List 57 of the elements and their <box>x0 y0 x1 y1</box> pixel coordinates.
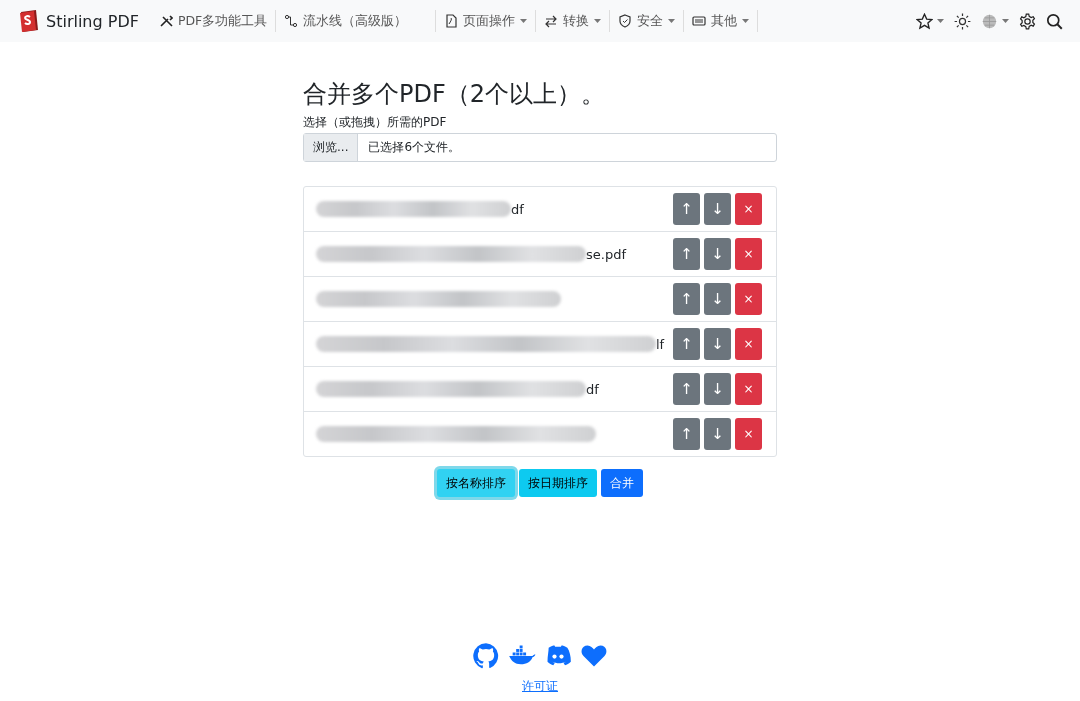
sort-button[interactable]: 按名称排序 <box>437 469 515 497</box>
search-icon <box>1046 12 1063 30</box>
move-down-button[interactable]: ↓ <box>704 328 731 360</box>
caret-icon <box>937 18 944 24</box>
file-icon <box>444 14 459 28</box>
pipeline-icon <box>284 14 299 28</box>
page-title: 合并多个PDF（2个以上）。 <box>303 79 607 110</box>
caret-icon <box>742 18 750 24</box>
nav-menu-item[interactable]: 安全 <box>610 10 685 32</box>
card-icon <box>692 14 707 28</box>
file-name-text: df <box>511 201 524 217</box>
nav-menu-item[interactable]: PDF多功能工具 <box>150 10 277 32</box>
nav-menu-item[interactable]: 其他 <box>684 10 759 32</box>
move-down-button[interactable]: ↓ <box>704 238 731 270</box>
remove-button[interactable]: × <box>735 238 762 270</box>
settings-icon <box>1019 12 1036 30</box>
remove-button[interactable]: × <box>735 328 762 360</box>
file-input-field[interactable]: 浏览... 已选择6个文件。 <box>303 133 777 162</box>
globe-icon <box>981 12 998 30</box>
nav-menu-item[interactable]: 转换 <box>536 10 611 32</box>
move-down-button[interactable]: ↓ <box>704 373 731 405</box>
caret-icon <box>668 18 676 24</box>
move-down-button[interactable]: ↓ <box>704 283 731 315</box>
browse-button[interactable]: 浏览... <box>304 134 359 161</box>
move-up-button[interactable]: ↑ <box>673 193 700 225</box>
remove-button[interactable]: × <box>735 373 762 405</box>
move-down-button[interactable]: ↓ <box>704 193 731 225</box>
field-value: 已选择6个文件。 <box>367 139 461 156</box>
sun-icon <box>954 12 971 30</box>
move-up-button[interactable]: ↑ <box>673 373 700 405</box>
remove-button[interactable]: × <box>735 418 762 450</box>
merge-button[interactable]: 合并 <box>601 469 643 497</box>
remove-button[interactable]: × <box>735 283 762 315</box>
shield-icon <box>618 14 633 28</box>
field-label: 选择（或拖拽）所需的PDF <box>303 114 448 131</box>
move-up-button[interactable]: ↑ <box>673 328 700 360</box>
sort-button[interactable]: 按日期排序 <box>519 469 597 497</box>
move-up-button[interactable]: ↑ <box>673 238 700 270</box>
move-up-button[interactable]: ↑ <box>673 283 700 315</box>
arrows-icon <box>544 14 559 28</box>
star-icon <box>916 12 933 30</box>
tools-icon <box>158 14 173 28</box>
file-name-text: df <box>586 381 599 397</box>
nav-menu-item[interactable]: 流水线（高级版） <box>276 10 437 32</box>
license-link[interactable]: 许可证 <box>522 678 558 695</box>
logo-icon <box>18 9 40 33</box>
move-down-button[interactable]: ↓ <box>704 418 731 450</box>
caret-icon <box>594 18 602 24</box>
nav-menu-item[interactable]: 页面操作 <box>436 10 537 32</box>
brand-link[interactable]: Stirling PDF <box>18 9 139 33</box>
file-name-text: se.pdf <box>586 246 626 262</box>
move-up-button[interactable]: ↑ <box>673 418 700 450</box>
remove-button[interactable]: × <box>735 193 762 225</box>
github-icon[interactable] <box>472 642 500 670</box>
file-name-text: lf <box>656 336 665 352</box>
caret-icon <box>1002 18 1009 24</box>
caret-icon <box>520 18 528 24</box>
